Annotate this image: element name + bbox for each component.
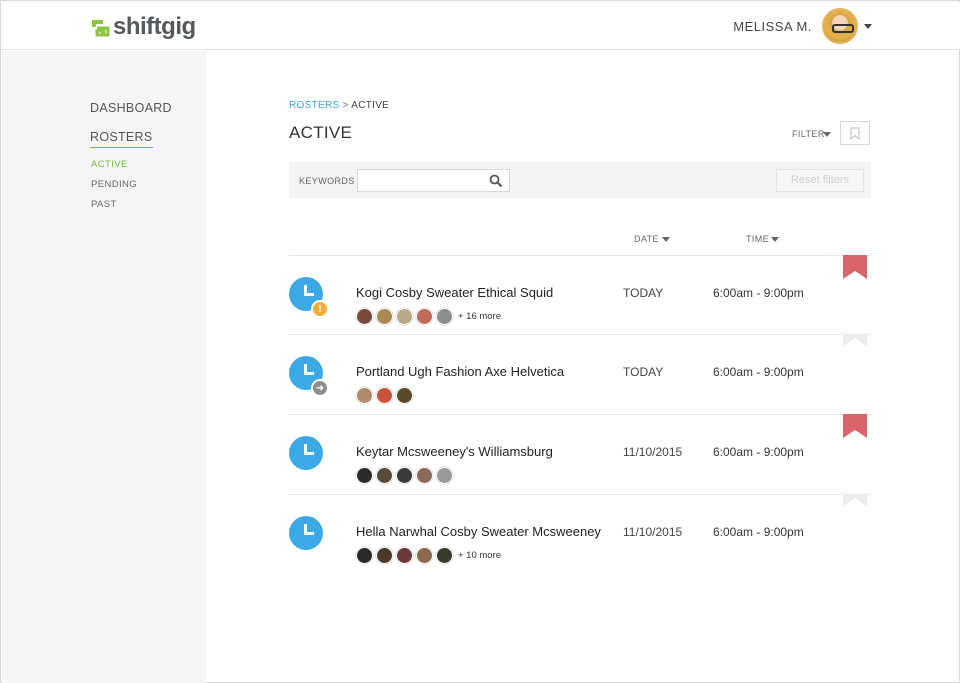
filter-bar: KEYWORDS Reset filters xyxy=(289,162,871,198)
sidebar: DASHBOARD ROSTERS ACTIVE PENDING PAST xyxy=(2,51,206,683)
column-header-date[interactable]: DATE xyxy=(634,234,659,244)
bookmark-flag-icon[interactable] xyxy=(843,255,867,279)
avatar[interactable] xyxy=(436,547,453,564)
more-workers-count[interactable]: + 10 more xyxy=(458,550,501,561)
app-window: shiftgig MELISSA M. DASHBOARD ROSTERS AC… xyxy=(0,0,960,683)
breadcrumb-rosters-link[interactable]: ROSTERS xyxy=(289,100,339,111)
warning-icon: ! xyxy=(311,300,329,318)
date-sort-caret-icon[interactable] xyxy=(662,237,670,242)
worker-avatars xyxy=(356,467,456,484)
avatar[interactable] xyxy=(356,387,373,404)
avatar[interactable] xyxy=(396,308,413,325)
top-header: shiftgig MELISSA M. xyxy=(2,2,960,50)
user-avatar[interactable] xyxy=(822,8,858,44)
roster-time: 6:00am - 9:00pm xyxy=(713,365,804,379)
reset-filters-button[interactable]: Reset filters xyxy=(776,169,864,192)
time-sort-caret-icon[interactable] xyxy=(771,237,779,242)
breadcrumb-current: ACTIVE xyxy=(351,100,390,111)
avatar[interactable] xyxy=(396,387,413,404)
logo[interactable]: shiftgig xyxy=(90,13,196,40)
worker-avatars xyxy=(356,387,416,404)
roster-title[interactable]: Hella Narwhal Cosby Sweater Mcsweeney xyxy=(356,524,601,539)
avatar[interactable] xyxy=(436,467,453,484)
avatar[interactable] xyxy=(356,547,373,564)
roster-date: TODAY xyxy=(623,286,664,300)
avatar[interactable] xyxy=(376,387,393,404)
roster-title[interactable]: Kogi Cosby Sweater Ethical Squid xyxy=(356,285,553,300)
roster-row[interactable]: Hella Narwhal Cosby Sweater Mcsweeney + … xyxy=(289,494,871,573)
sidebar-subitem-active[interactable]: ACTIVE xyxy=(91,159,128,170)
page-title: ACTIVE xyxy=(289,123,353,142)
bookmark-filter-button[interactable] xyxy=(840,121,870,145)
clock-icon xyxy=(289,516,323,550)
roster-date: TODAY xyxy=(623,365,664,379)
keywords-input[interactable] xyxy=(357,169,510,192)
avatar[interactable] xyxy=(376,547,393,564)
worker-avatars: + 10 more xyxy=(356,547,501,564)
sidebar-subitem-pending[interactable]: PENDING xyxy=(91,179,137,190)
bookmark-flag-icon[interactable] xyxy=(843,334,867,346)
roster-row[interactable]: Keytar Mcsweeney's Williamsburg 11/10/20… xyxy=(289,414,871,493)
sidebar-item-dashboard[interactable]: DASHBOARD xyxy=(90,101,172,115)
roster-row[interactable]: ! Kogi Cosby Sweater Ethical Squid + 16 … xyxy=(289,255,871,334)
avatar[interactable] xyxy=(396,547,413,564)
sidebar-item-rosters[interactable]: ROSTERS xyxy=(90,130,153,148)
user-menu-caret-icon[interactable] xyxy=(864,24,872,29)
roster-title[interactable]: Keytar Mcsweeney's Williamsburg xyxy=(356,444,553,459)
sidebar-subitem-past[interactable]: PAST xyxy=(91,199,117,210)
roster-time: 6:00am - 9:00pm xyxy=(713,445,804,459)
avatar[interactable] xyxy=(396,467,413,484)
search-icon[interactable] xyxy=(489,174,503,188)
column-header-time[interactable]: TIME xyxy=(746,234,769,244)
logo-text: shiftgig xyxy=(113,13,196,40)
bookmark-flag-icon[interactable] xyxy=(843,414,867,438)
roster-time: 6:00am - 9:00pm xyxy=(713,286,804,300)
roster-date: 11/10/2015 xyxy=(623,525,683,539)
worker-avatars: + 16 more xyxy=(356,308,501,325)
breadcrumb: ROSTERS > ACTIVE xyxy=(289,100,389,111)
avatar[interactable] xyxy=(416,467,433,484)
arrow-right-icon: ➜ xyxy=(311,379,329,397)
roster-title[interactable]: Portland Ugh Fashion Axe Helvetica xyxy=(356,364,564,379)
filter-dropdown[interactable]: FILTER xyxy=(792,129,825,139)
roster-time: 6:00am - 9:00pm xyxy=(713,525,804,539)
user-name[interactable]: MELISSA M. xyxy=(733,19,812,34)
avatar[interactable] xyxy=(436,308,453,325)
avatar[interactable] xyxy=(356,308,373,325)
filter-caret-icon[interactable] xyxy=(823,132,831,137)
clock-icon xyxy=(289,436,323,470)
bookmark-flag-icon[interactable] xyxy=(843,494,867,506)
roster-date: 11/10/2015 xyxy=(623,445,683,459)
shiftgig-logo-icon xyxy=(92,20,110,37)
avatar[interactable] xyxy=(376,467,393,484)
more-workers-count[interactable]: + 16 more xyxy=(458,311,501,322)
avatar[interactable] xyxy=(376,308,393,325)
keywords-label: KEYWORDS xyxy=(299,176,355,186)
bookmark-icon xyxy=(850,127,860,140)
avatar[interactable] xyxy=(356,467,373,484)
avatar[interactable] xyxy=(416,547,433,564)
avatar[interactable] xyxy=(416,308,433,325)
roster-row[interactable]: ➜ Portland Ugh Fashion Axe Helvetica TOD… xyxy=(289,334,871,413)
breadcrumb-separator: > xyxy=(342,100,349,111)
